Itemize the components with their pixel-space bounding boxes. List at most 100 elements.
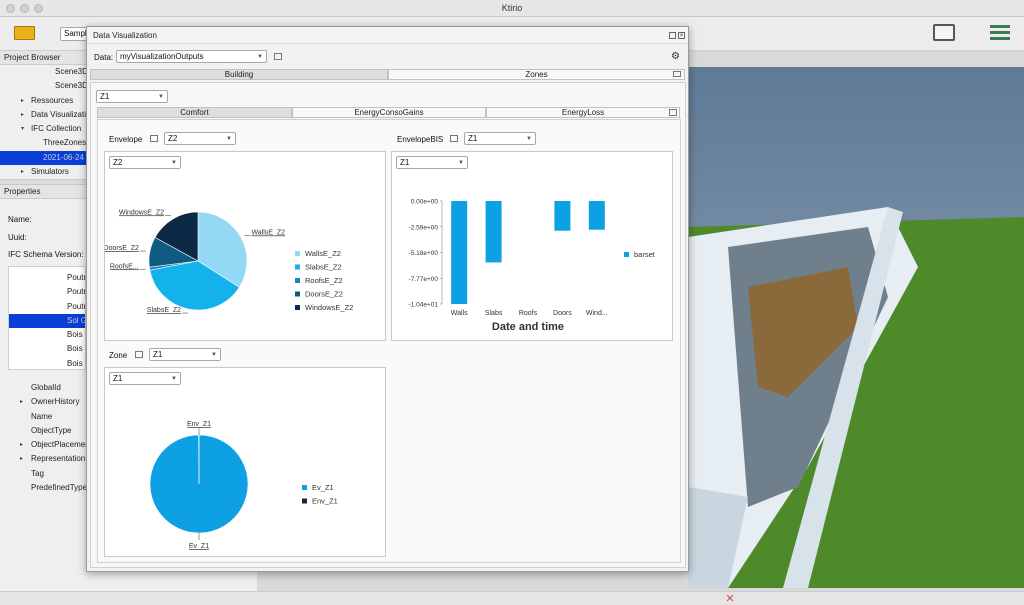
x-tick-label: Wind... (586, 310, 608, 317)
object-list-item[interactable]: Sol G (9, 313, 85, 329)
ifc-schema-version-label: IFC Schema Version: (8, 250, 84, 259)
data-visualization-dialog: Data Visualization × Data: myVisualizati… (86, 26, 689, 572)
envelope-label: Envelope (109, 135, 143, 144)
envelope-pie-chart: WallsE_Z2 SlabsE_Z2 RoofsE... DoorsE_Z2 Wind… (105, 209, 353, 314)
object-list-item[interactable]: Poutre (9, 300, 85, 314)
attribute-row[interactable]: ▸ Representation (6, 452, 86, 466)
legend-label: Env_Z1 (312, 497, 338, 506)
object-list-item[interactable]: Poutre (9, 285, 85, 299)
building-3d-render (688, 67, 1024, 588)
collapse-arrow-icon[interactable]: ▾ (21, 122, 24, 136)
name-label: Name: (8, 215, 32, 224)
legend-label: Ev_Z1 (312, 483, 334, 492)
attribute-row[interactable]: PredefinedType (6, 481, 86, 495)
attribute-row[interactable]: ▸ ObjectPlacemen (6, 438, 86, 452)
data-label: Data: (94, 53, 114, 62)
attribute-row[interactable]: Name (6, 410, 86, 424)
slice-label: Ev_Z1 (189, 543, 209, 550)
bar (485, 201, 502, 263)
properties-attributes: GlobalId ▸ OwnerHistory Name ObjectType ▸… (6, 381, 86, 511)
tab-energyloss[interactable]: EnergyLoss (486, 107, 680, 118)
table-view-icon[interactable] (135, 351, 143, 358)
legend-label: barset (634, 250, 656, 259)
dialog-title: Data Visualization (93, 31, 157, 40)
x-tick-label: Roofs (519, 310, 538, 317)
object-list-item[interactable]: Bois - (9, 328, 85, 342)
zone-pie-chart: Ev_Z1 Env_Z1 Env_Z1 Ev_Z1 (149, 421, 338, 550)
zone-select[interactable]: Z1 ▼ (96, 90, 168, 103)
attribute-row[interactable]: ObjectType (6, 424, 86, 438)
slice-label: DoorsE_Z2 (105, 245, 139, 252)
3d-viewport[interactable] (688, 67, 1024, 588)
tab-zones[interactable]: Zones (388, 69, 685, 80)
plot-area (442, 201, 614, 304)
slice-label: WallsE_Z2 (251, 229, 285, 236)
app-title: Ktirio (501, 3, 523, 13)
object-list-item[interactable]: Bois - (9, 357, 85, 371)
envelope-inner-select[interactable]: Z2 ▼ (109, 156, 181, 169)
x-tick-label: Doors (553, 310, 572, 317)
gear-icon[interactable]: ⚙ (671, 51, 680, 62)
slice-label: Env_Z1 (187, 421, 211, 428)
x-axis-title: Date and time (492, 321, 564, 333)
tab-energyconsogains[interactable]: EnergyConsoGains (292, 107, 486, 118)
data-select[interactable]: myVisualizationOutputs ▼ (116, 50, 267, 63)
attribute-row[interactable]: ▸ OwnerHistory (6, 395, 86, 409)
object-list-item[interactable]: Bois - (9, 342, 85, 356)
bar (451, 201, 468, 304)
chevron-down-icon: ▼ (158, 94, 164, 100)
legend-swatch (295, 291, 300, 297)
zone-inner-select[interactable]: Z1 ▼ (109, 372, 181, 385)
legend-swatch (302, 498, 307, 504)
uuid-label: Uuid: (8, 233, 27, 242)
zone-chart-select[interactable]: Z1 ▼ (149, 348, 221, 361)
envelopebis-inner-select[interactable]: Z1 ▼ (396, 156, 468, 169)
legend-swatch (295, 278, 300, 283)
envelope-zone-select[interactable]: Z2 ▼ (164, 132, 236, 145)
legend-swatch (295, 305, 300, 310)
window-titlebar: Ktirio (0, 0, 1024, 17)
table-view-icon[interactable] (669, 109, 677, 116)
bar (588, 201, 605, 230)
legend-label: WindowsE_Z2 (305, 303, 353, 312)
expand-arrow-icon[interactable]: ▸ (20, 395, 23, 409)
chevron-down-icon: ▼ (226, 136, 232, 142)
attribute-row[interactable]: Tag (6, 467, 86, 481)
legend-swatch (295, 264, 300, 270)
tab-comfort[interactable]: Comfort (97, 107, 292, 118)
legend-swatch (295, 251, 300, 256)
open-window-icon[interactable] (274, 53, 282, 60)
expand-arrow-icon[interactable]: ▸ (21, 108, 24, 122)
attribute-row[interactable]: GlobalId (6, 381, 86, 395)
object-list-item[interactable]: Poutre (9, 271, 85, 285)
viewer-settings-icon[interactable] (933, 24, 955, 41)
slice-label: SlabsE_Z2 (147, 307, 181, 314)
chevron-down-icon: ▼ (211, 352, 217, 358)
menu-icon[interactable] (990, 25, 1010, 41)
zone-label: Zone (109, 351, 128, 360)
expand-arrow-icon[interactable]: ▸ (21, 165, 24, 179)
envelopebis-bar-chart: 0.00e+00 -2.59e+00 -5.18e+00 -7.77e+00 -1.04… (409, 199, 656, 334)
legend-swatch (302, 485, 307, 490)
y-tick-label: -7.77e+00 (409, 276, 439, 283)
legend-label: WallsE_Z2 (305, 249, 341, 258)
expand-arrow-icon[interactable]: ▸ (21, 94, 24, 108)
open-folder-icon[interactable] (14, 26, 35, 40)
dialog-titlebar[interactable]: Data Visualization × (87, 27, 688, 44)
expand-arrow-icon[interactable]: ▸ (20, 438, 23, 452)
table-view-icon[interactable] (450, 135, 458, 142)
expand-arrow-icon[interactable]: ▸ (20, 452, 23, 466)
y-tick-label: -1.04e+01 (409, 302, 439, 309)
tab-building[interactable]: Building (90, 69, 388, 80)
tab-detach-icon[interactable] (673, 71, 681, 77)
close-icon[interactable]: ✕ (722, 593, 738, 605)
table-view-icon[interactable] (150, 135, 158, 142)
legend-label: DoorsE_Z2 (305, 290, 343, 299)
y-tick-label: 0.00e+00 (411, 199, 439, 206)
envelopebis-zone-select[interactable]: Z1 ▼ (464, 132, 536, 145)
slice-label: RoofsE... (110, 263, 139, 270)
float-icon[interactable] (669, 32, 676, 39)
x-tick-label: Slabs (485, 310, 503, 317)
y-tick-label: -2.59e+00 (409, 224, 439, 231)
close-icon[interactable]: × (678, 32, 685, 39)
